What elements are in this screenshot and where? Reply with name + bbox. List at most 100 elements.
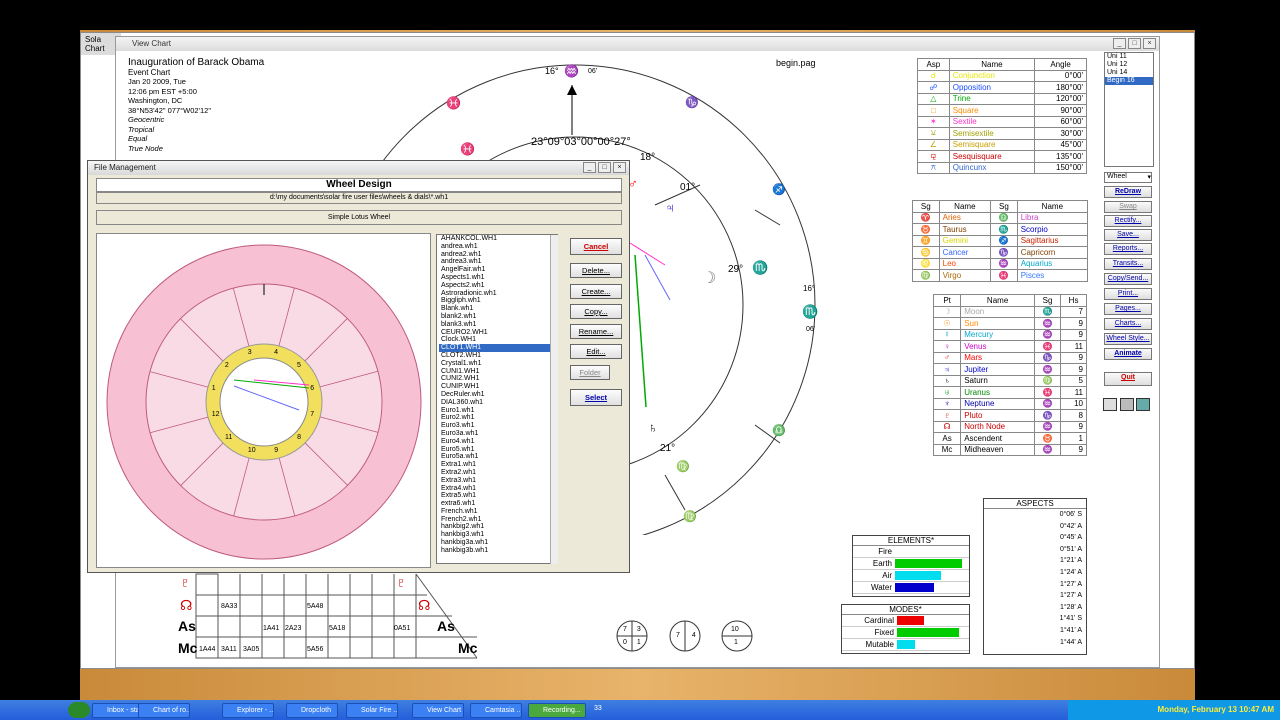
file-list-item[interactable]: Extra5.wh1: [439, 492, 557, 500]
side-button-transits[interactable]: Transits...: [1104, 258, 1152, 270]
file-list-item[interactable]: Extra1.wh1: [439, 461, 557, 469]
file-list-item[interactable]: CLOT1.WH1: [439, 344, 557, 352]
maximize-button[interactable]: □: [1128, 38, 1141, 49]
side-button-rectify[interactable]: Rectify...: [1104, 215, 1152, 227]
taskbar-item[interactable]: View Chart: [412, 703, 464, 718]
file-list-item[interactable]: French.wh1: [439, 508, 557, 516]
file-list-item[interactable]: hankbig3a.wh1: [439, 539, 557, 547]
side-button-swap[interactable]: Swap: [1104, 201, 1152, 213]
pages-list[interactable]: Uni 11 Uni 12 Uni 14 Begin 16: [1104, 52, 1154, 167]
taskbar-item[interactable]: Dropcloth: [286, 703, 338, 718]
side-button-quit[interactable]: Quit: [1104, 372, 1152, 386]
jupiter-icon: ♃: [665, 200, 675, 215]
monitor-icon[interactable]: [1103, 398, 1117, 411]
start-button[interactable]: [68, 702, 90, 718]
planet-house: 7: [1060, 305, 1087, 318]
side-button-charts[interactable]: Charts...: [1104, 318, 1152, 330]
maximize-button[interactable]: □: [598, 162, 611, 173]
side-button-redraw[interactable]: ReDraw: [1104, 186, 1152, 198]
minimize-button[interactable]: _: [1113, 38, 1126, 49]
file-list-item[interactable]: blank2.wh1: [439, 313, 557, 321]
planet-cluster-degrees: 23°09°03°00°00°27°: [531, 136, 631, 148]
folder-button[interactable]: Folder: [570, 365, 610, 380]
side-button-reports[interactable]: Reports...: [1104, 243, 1152, 255]
side-button-print[interactable]: Print...: [1104, 288, 1152, 300]
file-list-item[interactable]: Euro5a.wh1: [439, 453, 557, 461]
file-list-item[interactable]: hankbig3b.wh1: [439, 547, 557, 555]
file-list-item[interactable]: andrea3.wh1: [439, 258, 557, 266]
file-list-item[interactable]: Euro5.wh1: [439, 446, 557, 454]
taskbar-item[interactable]: Inbox - sta...: [92, 703, 144, 718]
file-list-item[interactable]: Crystal1.wh1: [439, 360, 557, 368]
taskbar-item[interactable]: Camtasia ...: [470, 703, 522, 718]
file-list-item[interactable]: Biggliph.wh1: [439, 297, 557, 305]
file-list-item[interactable]: DecRuler.wh1: [439, 391, 557, 399]
edit-button[interactable]: Edit...: [570, 344, 622, 359]
minimize-button[interactable]: _: [583, 162, 596, 173]
side-button-pages[interactable]: Pages...: [1104, 303, 1152, 315]
taskbar-item[interactable]: Recording...: [528, 703, 586, 718]
file-list-item[interactable]: CUNIP.WH1: [439, 383, 557, 391]
copy-button[interactable]: Copy...: [570, 304, 622, 319]
file-list-item[interactable]: blank3.wh1: [439, 321, 557, 329]
pages-list-item[interactable]: Uni 11: [1105, 53, 1153, 61]
select-button[interactable]: Select: [570, 389, 622, 406]
close-button[interactable]: ×: [1143, 38, 1156, 49]
file-list-item[interactable]: Blank.wh1: [439, 305, 557, 313]
file-list-item[interactable]: Euro1.wh1: [439, 407, 557, 415]
file-list-item[interactable]: Euro3.wh1: [439, 422, 557, 430]
close-button[interactable]: ×: [613, 162, 626, 173]
file-list-item[interactable]: Extra2.wh1: [439, 469, 557, 477]
wheel-select[interactable]: Wheel ▾: [1104, 172, 1152, 183]
file-list-item[interactable]: Euro2.wh1: [439, 414, 557, 422]
create-button[interactable]: Create...: [570, 284, 622, 299]
file-list-item[interactable]: AHANKCOL.WH1: [439, 235, 557, 243]
file-list-item[interactable]: CEURO2.WH1: [439, 329, 557, 337]
taskbar-item[interactable]: Explorer - ...: [222, 703, 274, 718]
file-list-item[interactable]: Extra4.wh1: [439, 485, 557, 493]
side-button-save[interactable]: Save...: [1104, 229, 1152, 241]
sign-glyph-icon: ♋: [912, 246, 940, 259]
file-list-item[interactable]: CLOT2.WH1: [439, 352, 557, 360]
file-list-item[interactable]: Extra3.wh1: [439, 477, 557, 485]
file-list-item[interactable]: CUNI2.WH1: [439, 375, 557, 383]
file-list-item[interactable]: CUNI1.WH1: [439, 368, 557, 376]
file-list-item[interactable]: Aspects2.wh1: [439, 282, 557, 290]
menu-chart[interactable]: Chart: [85, 44, 117, 53]
wheel-file-list[interactable]: AHANKCOL.WH1 andrea.wh1 andrea2.wh1 andrea3…: [436, 234, 558, 564]
dialog-titlebar: File Management _ □ ×: [88, 161, 629, 175]
printer-icon[interactable]: [1119, 398, 1134, 411]
planet-sign-icon: ♒: [1033, 317, 1062, 330]
file-list-item[interactable]: Clock.WH1: [439, 336, 557, 344]
aspect-name: Conjunction: [948, 69, 1036, 82]
clock: Monday, February 13 10:47 AM: [1157, 705, 1274, 714]
rename-button[interactable]: Rename...: [570, 324, 622, 339]
taskbar-item[interactable]: Solar Fire ...: [346, 703, 398, 718]
file-list-item[interactable]: DIAL360.wh1: [439, 399, 557, 407]
pages-list-item[interactable]: Uni 12: [1105, 61, 1153, 69]
pages-list-item[interactable]: Uni 14: [1105, 69, 1153, 77]
file-list-item[interactable]: Aspects1.wh1: [439, 274, 557, 282]
file-list-scrollbar[interactable]: [550, 235, 558, 564]
file-list-item[interactable]: hankbig3.wh1: [439, 531, 557, 539]
side-button-wheelstyle[interactable]: Wheel Style...: [1104, 333, 1152, 345]
file-list-item[interactable]: extra6.wh1: [439, 500, 557, 508]
file-list-item[interactable]: andrea.wh1: [439, 243, 557, 251]
file-list-item[interactable]: Euro3a.wh1: [439, 430, 557, 438]
cancel-button[interactable]: Cancel: [570, 238, 622, 255]
globe-icon[interactable]: [1136, 398, 1151, 411]
file-list-item[interactable]: Euro4.wh1: [439, 438, 557, 446]
side-button-animate[interactable]: Animate: [1104, 348, 1152, 360]
side-button-copysend[interactable]: Copy/Send...: [1104, 273, 1152, 285]
pages-list-item[interactable]: Begin 16: [1105, 77, 1153, 85]
file-list-item[interactable]: AngelFair.wh1: [439, 266, 557, 274]
file-list-item[interactable]: hankbig2.wh1: [439, 523, 557, 531]
file-list-item[interactable]: Astroradionic.wh1: [439, 290, 557, 298]
aspect-legend-table: Asp Name Angle ☌ Conjunction 0°00' ☍ Oppositio…: [917, 58, 1087, 174]
file-list-item[interactable]: French2.wh1: [439, 516, 557, 524]
chevron-down-icon[interactable]: ▾: [1147, 173, 1151, 181]
sign-glyph-icon: ♌: [912, 257, 940, 270]
taskbar-item[interactable]: Chart of ro...: [138, 703, 190, 718]
file-list-item[interactable]: andrea2.wh1: [439, 251, 557, 259]
delete-button[interactable]: Delete...: [570, 263, 622, 278]
